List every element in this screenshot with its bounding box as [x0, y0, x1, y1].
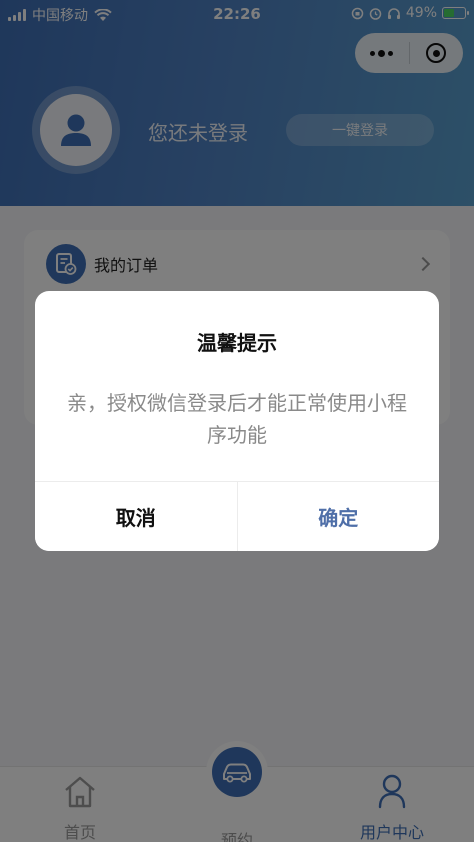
confirm-button[interactable]: 确定 — [237, 482, 439, 551]
login-prompt-dialog: 温馨提示 亲，授权微信登录后才能正常使用小程序功能 取消 确定 — [35, 291, 439, 551]
dialog-actions: 取消 确定 — [35, 481, 439, 551]
cancel-button[interactable]: 取消 — [35, 482, 238, 551]
dialog-title: 温馨提示 — [197, 331, 277, 355]
dialog-message: 亲，授权微信登录后才能正常使用小程序功能 — [67, 391, 407, 447]
